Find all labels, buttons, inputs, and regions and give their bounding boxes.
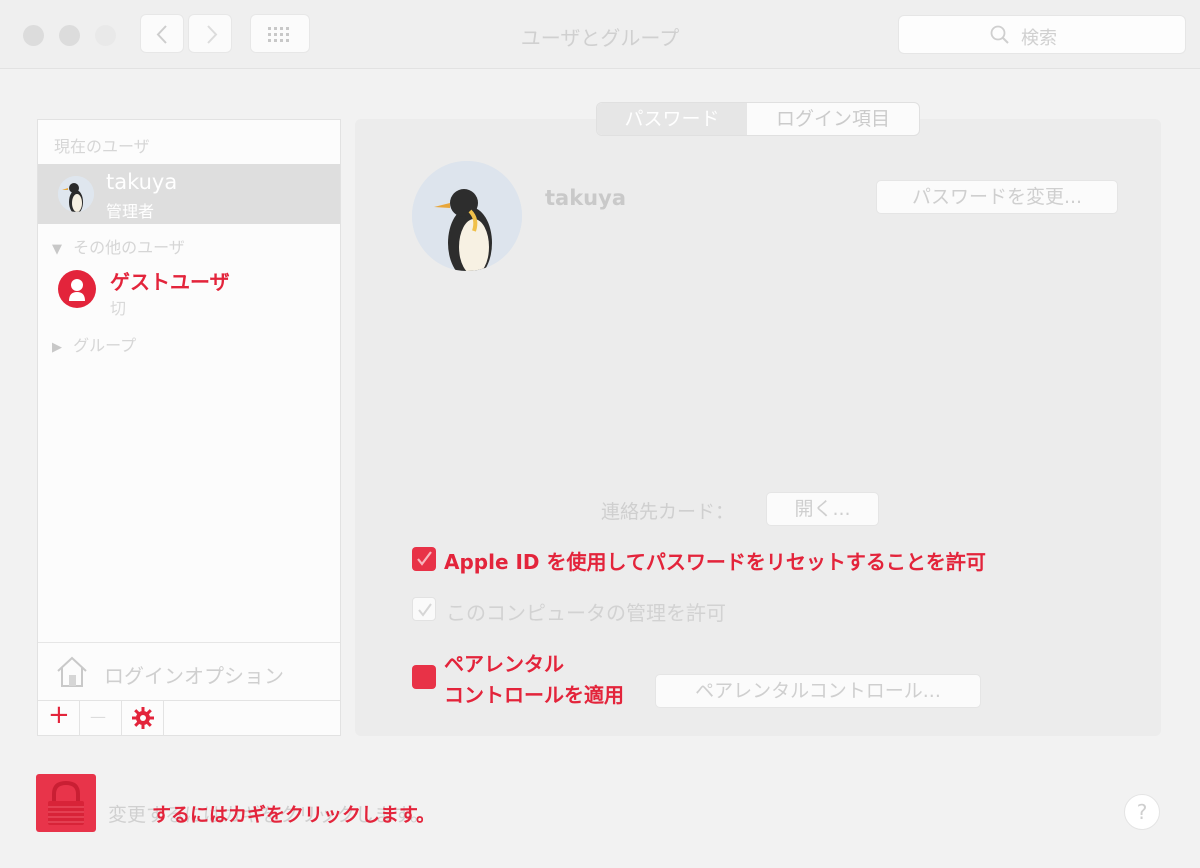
current-users-header: 現在のユーザ [54,137,150,156]
login-options-label: ログインオプション [104,664,284,688]
open-contact-button[interactable]: 開く... [766,492,879,526]
help-button[interactable]: ? [1124,794,1160,830]
admin-checkbox[interactable] [412,597,436,621]
parental-label-line1: ペアレンタル [444,652,564,676]
user-list-sidebar: 現在のユーザ takuya 管理者 ▼ その他のユーザ ゲストユーザ 切 ▶ グ… [37,119,341,736]
groups-label: グループ [73,336,137,355]
remove-user-button[interactable]: — [80,701,122,736]
triangle-down-icon: ▼ [52,242,62,257]
gear-icon [132,707,154,729]
parental-controls-checkbox[interactable] [412,665,436,689]
other-users-disclosure[interactable]: ▼ その他のユーザ [52,234,185,258]
search-field[interactable]: 検索 [898,15,1186,54]
guest-user-name: ゲストユーザ [110,270,230,294]
parental-controls-button[interactable]: ペアレンタルコントロール... [655,674,981,708]
user-name-label: takuya [545,186,626,210]
user-row-takuya[interactable]: takuya 管理者 [38,164,340,224]
action-menu-button[interactable] [122,701,164,736]
lock-hint-overlay: するにはカギをクリックします。 [152,804,436,826]
remove-label: — [90,707,106,726]
tab-bar: パスワード ログイン項目 [596,102,920,136]
lock-button[interactable] [36,774,96,832]
guest-user-icon [58,270,96,308]
sidebar-button-bar: + — [38,700,340,736]
checkmark-icon [417,551,432,566]
other-users-header: その他のユーザ [73,238,185,257]
tab-password[interactable]: パスワード [597,103,747,135]
guest-user-state: 切 [110,299,127,318]
change-password-button[interactable]: パスワードを変更... [876,180,1118,214]
contact-card-label: 連絡先カード： [601,501,735,523]
admin-label: このコンピュータの管理を許可 [446,601,726,625]
current-user-name: takuya [106,170,178,194]
add-user-button[interactable]: + [38,700,80,736]
login-options-row[interactable]: ログインオプション [38,642,340,701]
apple-id-reset-label: Apple ID を使用してパスワードをリセットすることを許可 [444,550,986,574]
current-user-role: 管理者 [106,202,155,221]
penguin-avatar-large[interactable] [412,161,522,271]
lock-icon [48,780,84,825]
search-icon [990,25,1009,44]
checkmark-icon [418,603,432,617]
groups-disclosure[interactable]: ▶ グループ [52,332,136,356]
triangle-right-icon: ▶ [52,340,62,355]
parental-label-line2: コントロールを適用 [444,683,624,707]
penguin-avatar-small [58,176,94,212]
apple-id-reset-checkbox[interactable] [412,547,436,571]
add-label: + [48,700,70,730]
house-icon [57,656,87,687]
title-bar: ユーザとグループ 検索 [0,0,1200,69]
search-placeholder: 検索 [1021,28,1057,49]
tab-login-items[interactable]: ログイン項目 [747,103,919,135]
